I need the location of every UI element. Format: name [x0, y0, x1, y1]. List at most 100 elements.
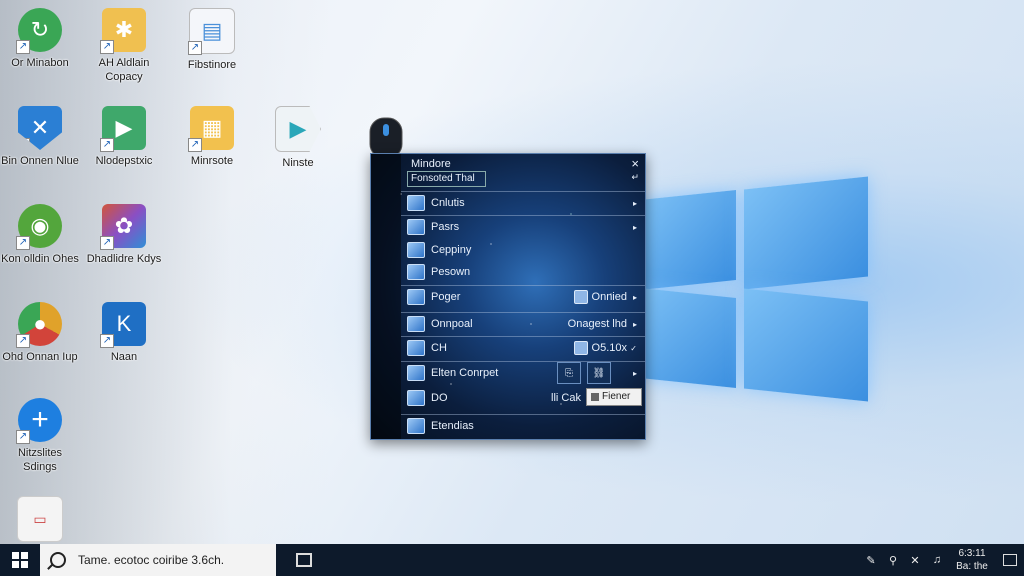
setting-icon [573, 290, 588, 304]
desktop-icon-blank-document[interactable]: ▭ [0, 496, 80, 542]
submenu-arrow-icon: ▸ [632, 198, 637, 208]
plus-circle-icon: + ↗ [16, 398, 62, 444]
menu-subtitle: Fonsoted Thal [407, 171, 486, 187]
submenu-arrow-icon: ▸ [632, 368, 637, 378]
desktop-icon-nitzslites[interactable]: + ↗ Nitzslites Sdings [0, 398, 80, 474]
desktop-icon-label: Ninste [282, 157, 314, 169]
start-button[interactable] [0, 544, 40, 576]
menu-item-pasrs[interactable]: Pasrs ▸ [401, 215, 645, 238]
green-app-icon: ↻ ↗ [16, 8, 62, 54]
network-icon[interactable]: ⚲ [882, 554, 904, 567]
notification-button[interactable] [996, 554, 1024, 566]
menu-item-label: CH [431, 342, 447, 354]
volume-icon[interactable]: ♫ [926, 554, 948, 566]
edit-icon [407, 289, 425, 305]
clock[interactable]: 6:3:11 Ba: the [948, 547, 996, 573]
table-icon [407, 390, 425, 406]
menu-item-etendias[interactable]: Etendias [401, 414, 645, 437]
shortcut-arrow-icon: ↗ [188, 138, 202, 152]
desktop-icon-label: AH Aldlain Copacy [98, 57, 150, 83]
task-view-icon [296, 553, 312, 567]
menu-item-label: Cnlutis [431, 197, 465, 209]
submenu-arrow-icon: ▸ [632, 292, 637, 302]
paste-special-icon[interactable]: ⎘ [557, 362, 581, 384]
desktop-icon-kon-olldin[interactable]: ◉ ↗ Kon olldin Ohes [0, 204, 80, 266]
office-app-icon: ✿ ↗ [100, 204, 146, 250]
copy-icon [407, 242, 425, 258]
menu-item-label: Pesown [431, 266, 471, 278]
shortcut-arrow-icon: ↗ [18, 138, 30, 150]
menu-item-label: Onnpoal [431, 318, 473, 330]
menu-item-ceppiny[interactable]: Ceppiny [401, 239, 645, 261]
windows-logo-wallpaper [640, 155, 870, 415]
menu-item-label: Poger [431, 291, 461, 303]
desktop-icon-or-minabon[interactable]: ↻ ↗ Or Minabon [0, 8, 80, 70]
green-globe-icon: ◉ ↗ [16, 204, 62, 250]
menu-item-ch[interactable]: CH O5.10x ✓ [401, 336, 645, 359]
search-input[interactable]: Tame. ecotoc coiribe 3.6ch. [78, 553, 224, 567]
search-box[interactable]: Tame. ecotoc coiribe 3.6ch. [40, 544, 276, 576]
pen-icon[interactable]: ✎ [860, 554, 882, 567]
folder-docs-icon: ▦ ↗ [188, 106, 234, 152]
desktop-icon-dhadlidre[interactable]: ✿ ↗ Dhadlidre Kdys [84, 204, 164, 266]
document-icon: ▤ ↗ [188, 8, 235, 55]
shortcut-arrow-icon: ↗ [16, 236, 30, 250]
desktop-icon-ah-aldlain[interactable]: ✱ ↗ AH Aldlain Copacy [84, 8, 164, 84]
shortcut-arrow-icon: ↗ [100, 334, 114, 348]
desktop-icon-ninste[interactable]: ▶ Ninste [258, 106, 338, 170]
menu-item-label: DO [431, 392, 448, 404]
shortcut-arrow-icon: ↗ [16, 334, 30, 348]
pen-icon [407, 195, 425, 211]
context-menu: Mindore × Fonsoted Thal ↵ Cnlutis ▸ Pasr… [370, 153, 646, 440]
menu-item-value: Onnied [591, 291, 627, 303]
search-icon [50, 552, 66, 568]
checkmark-icon: ✓ [630, 343, 637, 353]
menu-item-label: Elten Conrpet [431, 367, 499, 379]
task-view-button[interactable] [286, 544, 322, 576]
desktop-icon-label: Or Minabon [11, 57, 69, 69]
tooltip: Fiener [586, 388, 642, 406]
desktop-icon-ohd-onnan[interactable]: ● ↗ Ohd Onnan Iup [0, 302, 80, 364]
menu-item-label: Ceppiny [431, 244, 472, 256]
shortcut-arrow-icon: ↗ [100, 236, 114, 250]
menu-title: Mindore [411, 158, 451, 170]
clock-date: Ba: the [956, 561, 988, 572]
menu-item-value: O5.10x [591, 342, 627, 354]
chrome-app-icon: ● ↗ [16, 302, 62, 348]
link-icon[interactable]: ⛓ [587, 362, 611, 384]
magic-pen-icon [407, 365, 425, 381]
desktop-icon-minrsote[interactable]: ▦ ↗ Minrsote [172, 106, 252, 168]
menu-item-value: Onagest lhd [567, 318, 627, 330]
desktop-icon-naan[interactable]: K ↗ Naan [84, 302, 164, 364]
enter-icon[interactable]: ↵ [631, 172, 639, 183]
desktop-icon-fibstinore[interactable]: ▤ ↗ Fibstinore [172, 8, 252, 72]
desktop-icon-label: Bin Onnen Nlue [1, 155, 79, 167]
menu-item-elten-conrpet[interactable]: Elten Conrpet ⎘ ⛓ ▸ [401, 361, 645, 384]
menu-item-value: lli Cak [551, 392, 581, 404]
desktop-icon-label: Minrsote [190, 155, 234, 167]
brush-icon [573, 341, 588, 355]
desktop-icon-label: Ohd Onnan Iup [2, 351, 78, 363]
submenu-arrow-icon: ▸ [632, 222, 637, 232]
menu-item-poger[interactable]: Poger Onnied ▸ [401, 285, 645, 308]
desktop-icon-bin-onnen[interactable]: ✕ ↗ Bin Onnen Nlue [0, 106, 80, 168]
menu-item-pesown[interactable]: Pesown [401, 261, 645, 283]
box-icon [407, 340, 425, 356]
desktop-icon-label: Nlodepstxic [95, 155, 153, 167]
shortcut-arrow-icon: ↗ [16, 40, 30, 54]
desktop-icon-label: Kon olldin Ohes [1, 253, 79, 265]
windows-logo-icon [12, 552, 28, 568]
media-player-icon: ▶ [275, 106, 321, 152]
shortcut-arrow-icon: ↗ [100, 138, 114, 152]
menu-item-cnlutis[interactable]: Cnlutis ▸ [401, 191, 645, 214]
menu-item-label: Pasrs [431, 221, 460, 233]
system-tray: ✎ ⚲ ✕ ♫ 6:3:11 Ba: the [860, 544, 1024, 576]
desktop-icon-nlodepstxic[interactable]: ▶ ↗ Nlodepstxic [84, 106, 164, 168]
close-icon[interactable]: × [631, 156, 639, 171]
image-viewer-icon: ▶ ↗ [100, 106, 146, 152]
clock-time: 6:3:11 [958, 548, 986, 559]
menu-item-onnpoal[interactable]: Onnpoal Onagest lhd ▸ [401, 312, 645, 335]
submenu-arrow-icon: ▸ [632, 319, 637, 329]
desktop-icon-label: Nitzslites Sdings [17, 447, 62, 473]
close-x-icon[interactable]: ✕ [904, 554, 926, 567]
